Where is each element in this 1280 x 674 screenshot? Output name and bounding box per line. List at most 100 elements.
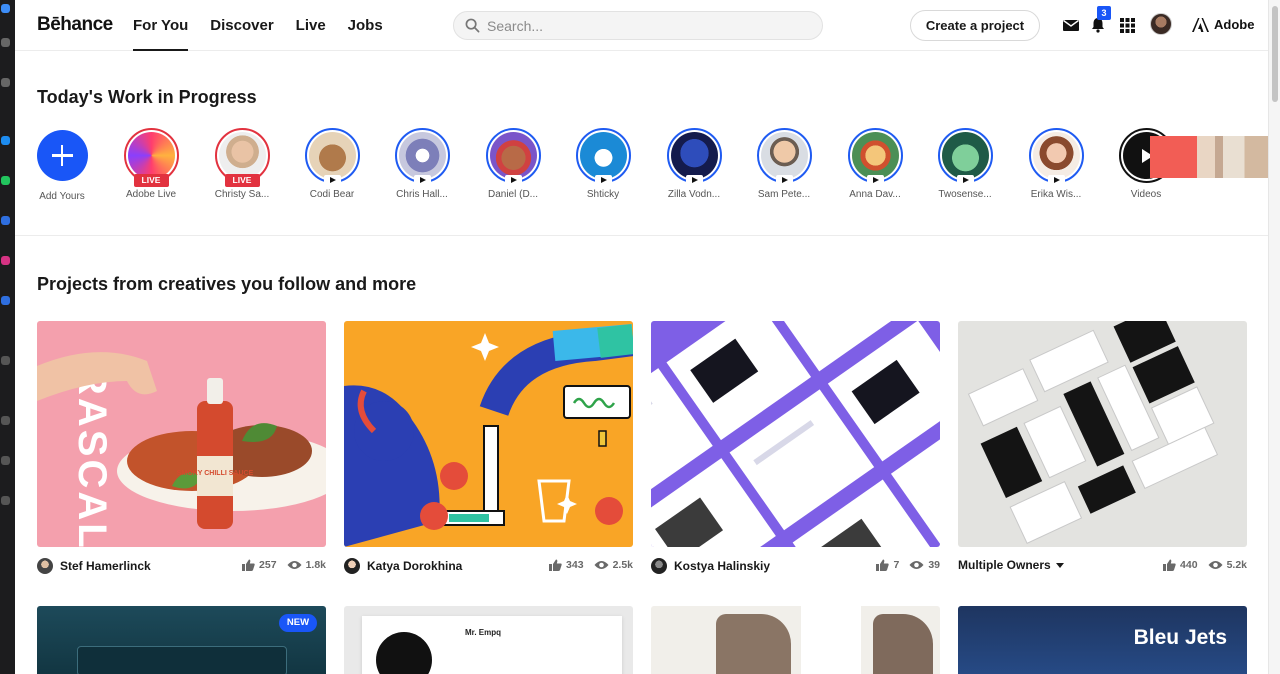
user-avatar[interactable]	[1150, 13, 1172, 35]
story-sam[interactable]: Sam Pete...	[744, 128, 824, 200]
card-text: Mr. Empq	[465, 628, 502, 637]
eye-icon	[909, 561, 924, 569]
play-icon	[685, 175, 703, 186]
search-icon	[465, 18, 480, 33]
owner-name[interactable]: Stef Hamerlinck	[37, 558, 151, 574]
nav-jobs[interactable]: Jobs	[348, 0, 383, 51]
project-thumbnail[interactable]: Bleu Jets	[958, 606, 1247, 674]
owner-avatar[interactable]	[37, 558, 53, 574]
thumbs-up-icon	[242, 559, 255, 571]
likes-count: 257	[259, 559, 277, 571]
behance-logo[interactable]: Bēhance	[37, 14, 113, 36]
project-card[interactable]: RASCAL SMOKY CHILLI SAUCE Stef Hamerlinc…	[37, 321, 326, 574]
project-thumbnail[interactable]: NEW	[37, 606, 326, 674]
story-label: Shticky	[586, 189, 620, 200]
search-input[interactable]	[487, 17, 807, 35]
main-nav: For You Discover Live Jobs	[133, 0, 405, 51]
adobe-link[interactable]: Adobe	[1192, 17, 1254, 32]
story-adobe-live[interactable]: LIVE Adobe Live	[111, 128, 191, 200]
top-header: Bēhance For You Discover Live Jobs Creat…	[15, 0, 1268, 51]
story-label: Chris Hall...	[396, 189, 448, 200]
project-thumbnail[interactable]	[651, 606, 940, 674]
views-count: 39	[928, 559, 940, 571]
play-icon	[1047, 175, 1065, 186]
story-add-yours[interactable]: Add Yours	[22, 128, 102, 202]
likes-count: 440	[1180, 559, 1198, 571]
new-badge: NEW	[279, 614, 317, 632]
caret-down-icon	[1055, 562, 1064, 568]
project-thumbnail[interactable]	[344, 321, 633, 547]
owner-avatar[interactable]	[651, 558, 667, 574]
story-chris[interactable]: Chris Hall...	[382, 128, 462, 200]
basketball-illustration	[344, 324, 633, 547]
section-divider	[15, 235, 1268, 236]
apps-grid-icon[interactable]	[1116, 14, 1138, 36]
video-preview-strip[interactable]	[1150, 136, 1268, 178]
play-icon	[956, 175, 974, 186]
project-card[interactable]: Multiple Owners 440 5.2k	[958, 321, 1247, 574]
owner-name[interactable]: Katya Dorokhina	[344, 558, 462, 574]
project-card[interactable]: Katya Dorokhina 343 2.5k	[344, 321, 633, 574]
project-stats: 343 2.5k	[549, 559, 633, 571]
app-screens-illustration	[651, 321, 940, 547]
nav-discover[interactable]: Discover	[210, 0, 273, 51]
create-project-button[interactable]: Create a project	[910, 10, 1040, 41]
project-thumbnail[interactable]: Mr. Empq	[344, 606, 633, 674]
owner-name[interactable]: Kostya Halinskiy	[651, 558, 770, 574]
live-badge: LIVE	[224, 174, 260, 187]
eye-icon	[594, 561, 609, 569]
play-icon	[504, 175, 522, 186]
story-daniel[interactable]: Daniel (D...	[473, 128, 553, 200]
wip-title: Today's Work in Progress	[37, 87, 257, 107]
mail-icon[interactable]	[1060, 14, 1082, 36]
project-thumbnail[interactable]: RASCAL SMOKY CHILLI SAUCE	[37, 321, 326, 547]
nav-live[interactable]: Live	[296, 0, 326, 51]
project-thumbnail[interactable]	[958, 321, 1247, 547]
thumbs-up-icon	[876, 559, 890, 571]
story-label: Sam Pete...	[757, 189, 811, 200]
eye-icon	[287, 561, 302, 569]
story-label: Christy Sa...	[214, 189, 270, 200]
eye-icon	[1208, 561, 1223, 569]
project-thumbnail[interactable]	[651, 321, 940, 547]
notification-badge: 3	[1097, 6, 1111, 20]
project-card[interactable]: Kostya Halinskiy 7 39	[651, 321, 940, 574]
adobe-logo-icon	[1192, 17, 1209, 32]
live-badge: LIVE	[133, 174, 169, 187]
play-icon	[866, 175, 884, 186]
story-label: Daniel (D...	[487, 189, 538, 200]
scrollbar-thumb[interactable]	[1272, 6, 1278, 102]
story-label: Anna Dav...	[849, 189, 901, 200]
rascal-wordmark: RASCAL	[70, 366, 114, 547]
story-label: Erika Wis...	[1030, 189, 1082, 200]
views-count: 1.8k	[305, 559, 326, 571]
story-erika[interactable]: Erika Wis...	[1016, 128, 1096, 200]
page-scrollbar[interactable]	[1268, 0, 1280, 674]
card-text: Bleu Jets	[1133, 626, 1227, 649]
play-icon	[775, 175, 793, 186]
project-stats: 440 5.2k	[1163, 559, 1247, 571]
story-zilla[interactable]: Zilla Vodn...	[654, 128, 734, 200]
story-label: Adobe Live	[125, 189, 177, 200]
story-shticky[interactable]: Shticky	[563, 128, 643, 200]
views-count: 2.5k	[612, 559, 633, 571]
nav-for-you[interactable]: For You	[133, 0, 189, 51]
projects-title: Projects from creatives you follow and m…	[37, 274, 417, 294]
project-stats: 7 39	[876, 559, 940, 571]
story-codi-bear[interactable]: Codi Bear	[292, 128, 372, 200]
story-label: Twosense...	[938, 189, 992, 200]
multiple-owners-dropdown[interactable]: Multiple Owners	[958, 558, 1064, 572]
owner-avatar[interactable]	[344, 558, 360, 574]
story-label: Zilla Vodn...	[667, 189, 721, 200]
story-christy[interactable]: LIVE Christy Sa...	[202, 128, 282, 200]
search-bar[interactable]	[453, 11, 823, 40]
story-anna[interactable]: Anna Dav...	[835, 128, 915, 200]
story-label: Codi Bear	[309, 189, 355, 200]
likes-count: 7	[893, 559, 900, 571]
story-twosense[interactable]: Twosense...	[925, 128, 1005, 200]
wip-stories-row: Add Yours LIVE Adobe Live LIVE Christy S…	[15, 128, 1268, 208]
views-count: 5.2k	[1226, 559, 1247, 571]
thumbs-up-icon	[549, 559, 562, 571]
os-dock	[0, 0, 15, 674]
play-icon	[323, 175, 341, 186]
